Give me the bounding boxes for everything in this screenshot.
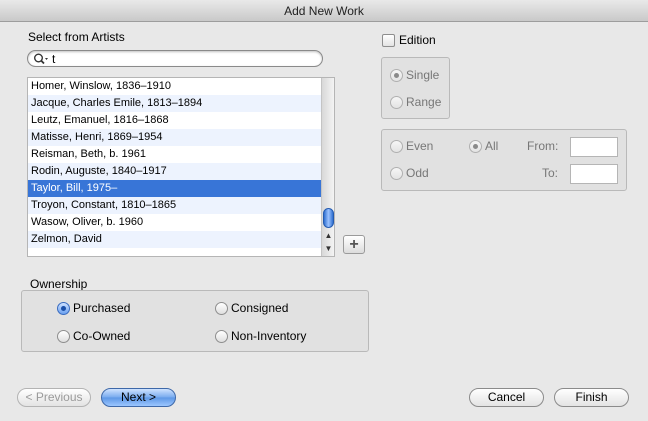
- window-title: Add New Work: [0, 0, 648, 22]
- radio-purchased[interactable]: [57, 302, 70, 315]
- list-scrollbar[interactable]: ▲ ▼: [321, 78, 334, 256]
- edition-type-group: Single Range: [381, 57, 450, 119]
- radio-consigned-label: Consigned: [231, 301, 289, 315]
- artist-list[interactable]: Homer, Winslow, 1836–1910 Jacque, Charle…: [27, 77, 335, 257]
- next-button[interactable]: Next >: [101, 388, 176, 407]
- radio-even-label: Even: [406, 139, 434, 153]
- radio-all-label: All: [485, 139, 499, 153]
- radio-all[interactable]: [469, 140, 482, 153]
- artists-label: Select from Artists: [28, 30, 125, 44]
- search-icon[interactable]: [33, 52, 49, 66]
- cancel-button[interactable]: Cancel: [469, 388, 544, 407]
- to-label: To:: [542, 166, 559, 180]
- radio-odd[interactable]: [390, 167, 403, 180]
- list-item[interactable]: Rodin, Auguste, 1840–1917: [28, 163, 322, 180]
- add-artist-button[interactable]: +: [343, 235, 365, 254]
- ownership-group: Purchased Consigned Co-Owned Non-Invento…: [21, 290, 369, 352]
- scroll-thumb[interactable]: [323, 208, 334, 228]
- radio-non-inventory-label: Non-Inventory: [231, 329, 307, 343]
- scroll-down-arrow-icon[interactable]: ▼: [323, 243, 334, 255]
- ownership-label: Ownership: [30, 277, 88, 291]
- radio-odd-label: Odd: [406, 166, 429, 180]
- list-item-selected[interactable]: Taylor, Bill, 1975–: [28, 180, 322, 197]
- scroll-up-arrow-icon[interactable]: ▲: [323, 230, 334, 242]
- to-field[interactable]: [570, 164, 618, 184]
- radio-single[interactable]: [390, 69, 403, 82]
- list-item[interactable]: Jacque, Charles Emile, 1813–1894: [28, 95, 322, 112]
- from-field[interactable]: [570, 137, 618, 157]
- list-item[interactable]: Zelmon, David: [28, 231, 322, 248]
- list-item[interactable]: Matisse, Henri, 1869–1954: [28, 129, 322, 146]
- search-value: t: [52, 52, 56, 66]
- radio-co-owned-label: Co-Owned: [73, 329, 131, 343]
- radio-range[interactable]: [390, 96, 403, 109]
- radio-co-owned[interactable]: [57, 330, 70, 343]
- previous-button[interactable]: < Previous: [17, 388, 91, 407]
- list-item[interactable]: Leutz, Emanuel, 1816–1868: [28, 112, 322, 129]
- edition-range-group: Even All From: Odd To:: [381, 129, 627, 191]
- from-label: From:: [527, 139, 559, 153]
- radio-single-label: Single: [406, 68, 440, 82]
- radio-non-inventory[interactable]: [215, 330, 228, 343]
- edition-label: Edition: [399, 33, 436, 47]
- list-item[interactable]: Homer, Winslow, 1836–1910: [28, 78, 322, 95]
- radio-range-label: Range: [406, 95, 442, 109]
- list-item[interactable]: Wasow, Oliver, b. 1960: [28, 214, 322, 231]
- radio-purchased-label: Purchased: [73, 301, 131, 315]
- list-item[interactable]: Reisman, Beth, b. 1961: [28, 146, 322, 163]
- list-item[interactable]: Troyon, Constant, 1810–1865: [28, 197, 322, 214]
- radio-even[interactable]: [390, 140, 403, 153]
- finish-button[interactable]: Finish: [554, 388, 629, 407]
- radio-consigned[interactable]: [215, 302, 228, 315]
- edition-checkbox[interactable]: [382, 34, 395, 47]
- artist-search-input[interactable]: t: [27, 50, 323, 67]
